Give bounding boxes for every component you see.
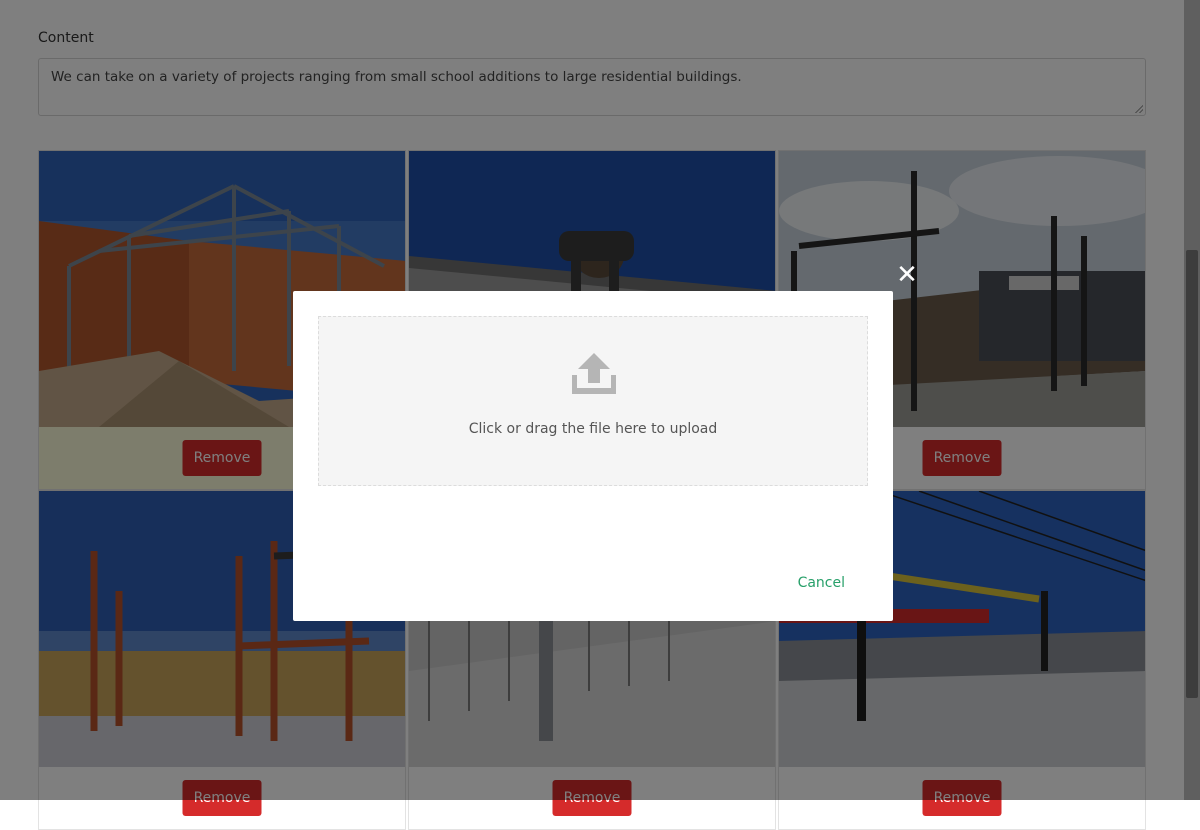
dropzone-text: Click or drag the file here to upload	[468, 421, 718, 437]
cancel-button[interactable]: Cancel	[798, 575, 845, 591]
upload-dropzone[interactable]: Click or drag the file here to upload	[318, 316, 868, 486]
close-icon[interactable]: ✕	[894, 262, 920, 288]
upload-icon	[572, 353, 616, 394]
upload-modal: Click or drag the file here to upload Ca…	[293, 291, 893, 621]
